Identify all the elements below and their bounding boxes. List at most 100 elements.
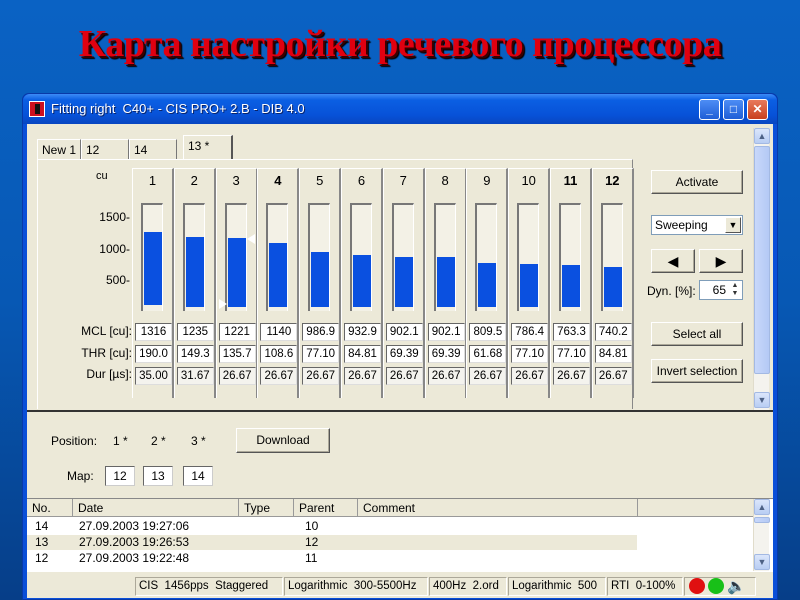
level-slider[interactable] [308,203,331,311]
mcl-field[interactable]: 1316 [135,323,172,341]
channel-4[interactable]: 4 1140 108.6 26.67 [257,168,300,398]
thr-field[interactable]: 61.68 [469,345,507,363]
level-bar[interactable] [185,237,204,307]
thr-field[interactable]: 69.39 [427,345,465,363]
minimize-button[interactable]: _ [699,99,720,120]
col-no[interactable]: No. [27,499,73,517]
scroll-thumb[interactable] [754,146,770,374]
thr-field[interactable]: 77.10 [511,345,549,363]
dur-field[interactable]: 26.67 [553,367,590,385]
previous-channel-button[interactable]: ◀ [651,249,695,273]
level-slider[interactable] [182,203,205,311]
thr-field[interactable]: 77.10 [553,345,590,363]
mcl-field[interactable]: 763.3 [553,323,590,341]
channel-1[interactable]: 1 1316 190.0 35.00 [132,168,174,398]
channel-11[interactable]: 11 763.3 77.10 26.67 [550,168,592,398]
mcl-field[interactable]: 902.1 [385,323,423,341]
dur-field[interactable]: 26.67 [469,367,507,385]
col-parent[interactable]: Parent [294,499,358,517]
level-bar[interactable] [520,263,539,307]
channel-10[interactable]: 10 786.4 77.10 26.67 [508,168,551,398]
level-slider[interactable] [141,203,163,311]
dur-field[interactable]: 26.67 [302,367,340,385]
level-slider[interactable] [600,203,623,311]
list-scroll-thumb[interactable] [754,517,770,523]
dur-field[interactable]: 26.67 [594,367,632,385]
mcl-field[interactable]: 986.9 [302,323,340,341]
close-button[interactable]: ✕ [747,99,768,120]
activate-button[interactable]: Activate [651,170,743,194]
position-2[interactable]: 2 * [151,434,166,448]
scroll-down-icon[interactable]: ▼ [754,554,770,570]
spinner-arrows-icon[interactable]: ▲ ▼ [729,282,741,298]
thr-field[interactable]: 84.81 [594,345,632,363]
col-date[interactable]: Date [73,499,239,517]
map-position-3-field[interactable]: 14 [183,466,213,486]
thr-field[interactable]: 84.81 [344,345,381,363]
upper-scrollbar[interactable]: ▲ ▼ [753,128,770,410]
thr-field[interactable]: 108.6 [260,345,298,363]
thr-field[interactable]: 69.39 [385,345,423,363]
channel-7[interactable]: 7 902.1 69.39 26.67 [382,168,425,398]
mcl-field[interactable]: 1221 [218,323,256,341]
history-row[interactable]: 14 27.09.2003 19:27:06 10 [27,519,637,534]
next-channel-button[interactable]: ▶ [699,249,743,273]
dur-field[interactable]: 26.67 [218,367,256,385]
level-bar[interactable] [603,266,622,307]
dur-field[interactable]: 35.00 [135,367,172,385]
invert-selection-button[interactable]: Invert selection [651,359,743,383]
dur-field[interactable]: 26.67 [385,367,423,385]
scroll-down-icon[interactable]: ▼ [754,392,770,408]
mcl-field[interactable]: 809.5 [469,323,507,341]
level-bar[interactable] [269,242,288,307]
dur-field[interactable]: 26.67 [260,367,298,385]
select-all-button[interactable]: Select all [651,322,743,346]
thr-marker-icon[interactable] [218,299,227,309]
tab-new-1[interactable]: New 1 [37,139,81,159]
tab-14[interactable]: 14 [129,139,177,159]
download-button[interactable]: Download [236,428,330,453]
map-position-1-field[interactable]: 12 [105,466,135,486]
thr-field[interactable]: 149.3 [176,345,214,363]
mode-select[interactable]: Sweeping ▼ [651,215,743,235]
mcl-field[interactable]: 1235 [176,323,214,341]
thr-field[interactable]: 135.7 [218,345,256,363]
level-bar[interactable] [394,256,413,307]
mcl-field[interactable]: 932.9 [344,323,381,341]
chevron-down-icon[interactable]: ▼ [725,217,741,233]
level-bar[interactable] [144,232,162,306]
history-row[interactable]: 13 27.09.2003 19:26:53 12 [27,535,637,550]
thr-field[interactable]: 190.0 [135,345,172,363]
level-slider[interactable] [433,203,456,311]
level-slider[interactable] [391,203,414,311]
level-slider[interactable] [559,203,581,311]
level-bar[interactable] [311,251,330,307]
channel-5[interactable]: 5 986.9 77.10 26.67 [299,168,342,398]
channel-9[interactable]: 9 809.5 61.68 26.67 [466,168,509,398]
channel-3[interactable]: 3 1221 135.7 26.67 [215,168,258,398]
tab-12[interactable]: 12 [81,139,129,159]
thr-field[interactable]: 77.10 [302,345,340,363]
level-slider[interactable] [224,203,247,311]
level-bar[interactable] [353,255,371,307]
mcl-field[interactable]: 740.2 [594,323,632,341]
channel-8[interactable]: 8 902.1 69.39 26.67 [424,168,467,398]
history-row[interactable]: 12 27.09.2003 19:22:48 11 [27,551,637,566]
mcl-marker-icon[interactable] [246,233,255,244]
speaker-icon[interactable]: 🔈 [727,577,746,595]
level-slider[interactable] [475,203,498,311]
dur-field[interactable]: 26.67 [511,367,549,385]
level-slider[interactable] [266,203,289,311]
level-bar[interactable] [562,265,580,307]
dur-field[interactable]: 26.67 [344,367,381,385]
tab-13[interactable]: 13 * [183,135,233,160]
position-1[interactable]: 1 * [113,434,128,448]
dur-field[interactable]: 26.67 [427,367,465,385]
title-bar[interactable]: Fitting right C40+ - CIS PRO+ 2.B - DIB … [23,94,777,124]
level-bar[interactable] [227,237,246,307]
channel-2[interactable]: 2 1235 149.3 31.67 [173,168,216,398]
dyn-spinner[interactable]: 65 ▲ ▼ [699,280,743,300]
mcl-field[interactable]: 786.4 [511,323,549,341]
level-bar[interactable] [436,256,455,307]
scroll-up-icon[interactable]: ▲ [754,499,770,515]
